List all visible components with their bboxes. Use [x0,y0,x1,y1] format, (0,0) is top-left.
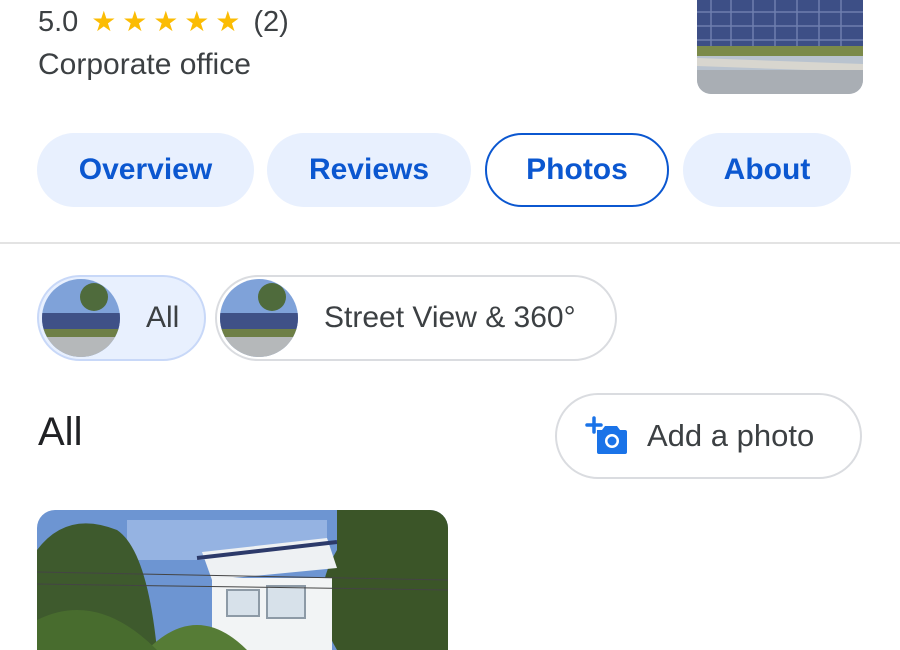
tab-about[interactable]: About [683,133,851,207]
place-thumbnail[interactable] [697,0,863,94]
place-category: Corporate office [38,48,251,81]
divider [0,242,900,244]
section-title: All [38,410,83,454]
place-tabs: Overview Reviews Photos About [0,133,900,209]
star-icon: ★ [91,6,117,37]
rating-row[interactable]: 5.0 ★ ★ ★ ★ ★ (2) [38,4,289,40]
chip-label: All [146,301,180,334]
rating-stars: ★ ★ ★ ★ ★ [88,8,243,36]
add-photo-label: Add a photo [647,418,815,453]
tab-reviews[interactable]: Reviews [267,133,471,207]
rating-value: 5.0 [38,5,79,38]
tab-overview[interactable]: Overview [37,133,254,207]
chip-thumbnail [220,279,298,357]
filter-chip-street-view[interactable]: Street View & 360° [215,275,617,361]
star-icon: ★ [153,6,179,37]
add-photo-button[interactable]: Add a photo [555,393,862,479]
tab-photos[interactable]: Photos [485,133,669,207]
review-count: (2) [253,5,289,38]
chip-thumbnail [42,279,120,357]
add-photo-icon [585,416,627,454]
chip-label: Street View & 360° [324,301,576,334]
star-icon: ★ [184,6,210,37]
star-icon: ★ [215,6,241,37]
photo-tile[interactable] [37,510,448,650]
star-icon: ★ [122,6,148,37]
filter-chip-all[interactable]: All [37,275,206,361]
